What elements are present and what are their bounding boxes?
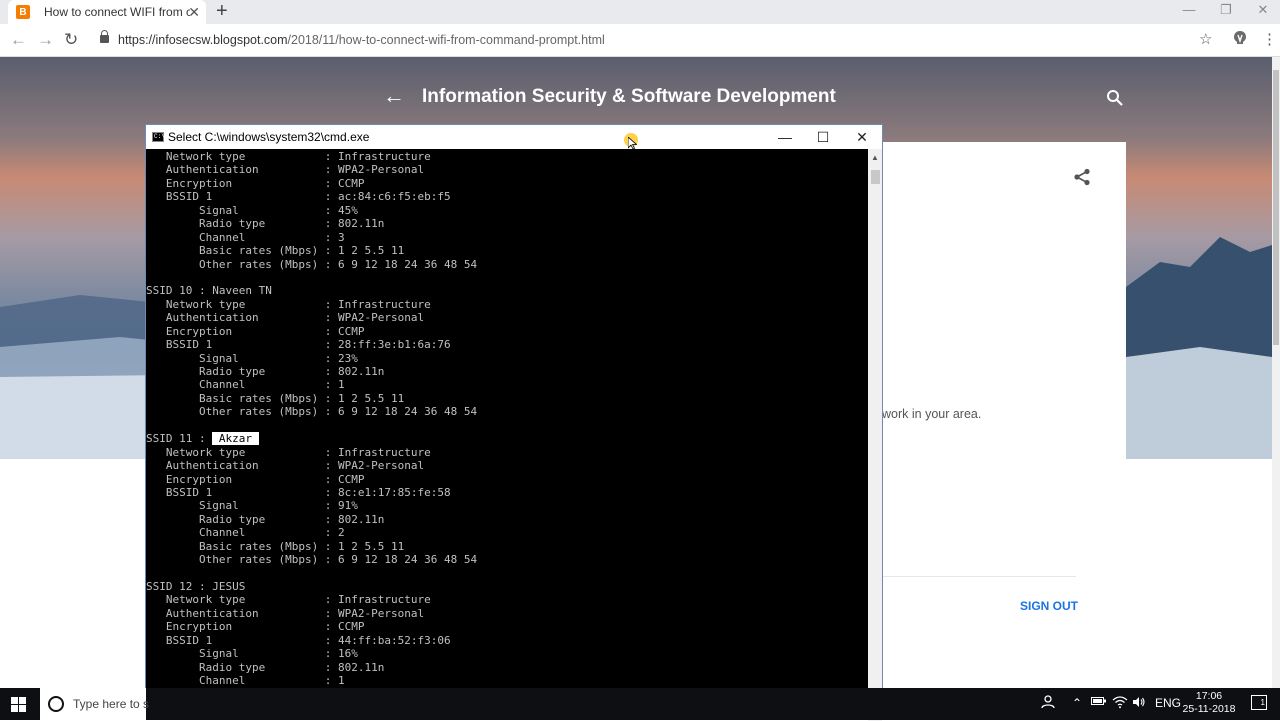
console-line: Channel : 1 [146,378,345,392]
console-line: Channel : 1 [146,674,345,688]
console-line: Radio type : 802.11n [146,512,385,526]
tab-title: How to connect WIFI from comm [44,5,190,19]
console-line: Encryption : CCMP [146,324,365,338]
action-center-icon[interactable]: 1 [1251,695,1267,710]
forward-arrow-icon[interactable]: → [37,30,54,50]
console-line: Encryption : CCMP [146,620,365,634]
console-line: Authentication : WPA2-Personal [146,311,425,325]
tray-chevron-up-icon[interactable]: ⌃ [1072,695,1082,711]
windows-start-icon[interactable] [11,697,26,712]
console-line: Basic rates (Mbps) : 1 2 5.5 11 [146,391,405,405]
console-line: Radio type : 802.11n [146,365,385,378]
windows-taskbar: Type here to s ⌃ ENG 17:06 25-11-2018 1 [0,688,1280,720]
system-clock[interactable]: 17:06 25-11-2018 [1180,690,1238,716]
blog-search-icon[interactable] [1106,89,1124,112]
people-icon[interactable] [1041,695,1055,713]
back-arrow-icon[interactable]: ← [10,30,27,50]
language-indicator[interactable]: ENG [1155,695,1181,711]
console-line: Basic rates (Mbps) : 1 2 5.5 11 [146,539,405,553]
tab-close-icon[interactable]: ✕ [188,4,200,20]
extension-icon[interactable] [1233,30,1247,52]
console-line: Other rates (Mbps) : 6 9 12 18 24 36 48 … [146,257,478,271]
console-line: Encryption : CCMP [146,472,365,486]
sign-out-link[interactable]: SIGN OUT [1020,599,1078,613]
mouse-pointer-icon [627,136,638,155]
cmd-scrollbar-thumb[interactable] [871,170,880,184]
cmd-close-button[interactable]: ✕ [843,127,881,147]
console-line: Radio type : 802.11n [146,217,385,231]
taskbar-search-placeholder: Type here to s [73,697,150,711]
console-line: BSSID 1 : 28:ff:3e:b1:6a:76 [146,338,451,352]
address-bar[interactable]: https://infosecsw.blogspot.com/2018/11/h… [118,33,605,47]
cmd-minimize-button[interactable]: — [766,127,804,147]
browser-tab[interactable]: B How to connect WIFI from comm ✕ [8,0,206,24]
console-line: SSID 10 : Naveen TN [146,284,272,298]
console-line: Signal : 23% [146,351,358,365]
scroll-up-arrow-icon[interactable]: ▲ [871,153,879,162]
console-output[interactable]: Network type : Infrastructure Authentica… [146,149,867,721]
console-line: Network type : Infrastructure [146,150,431,163]
bookmark-star-icon[interactable]: ☆ [1199,30,1212,50]
console-line: Other rates (Mbps) : 6 9 12 18 24 36 48 … [146,405,478,419]
browser-restore-button[interactable]: ❐ [1211,0,1241,22]
console-line: BSSID 1 : 44:ff:ba:52:f3:06 [146,633,451,647]
wifi-icon[interactable] [1112,695,1128,713]
console-line: Network type : Infrastructure [146,297,431,311]
url-path: /2018/11/how-to-connect-wifi-from-comman… [287,33,605,47]
browser-menu-icon[interactable]: ⋮ [1262,30,1277,50]
blog-back-arrow-icon[interactable]: ← [383,84,405,108]
console-line: Signal : 45% [146,203,358,217]
battery-icon[interactable] [1091,695,1107,711]
cmd-app-icon: C:\ [152,132,165,142]
console-line: BSSID 1 : ac:84:c6:f5:eb:f5 [146,190,451,204]
console-line: SSID 12 : JESUS [146,580,246,593]
reload-icon[interactable]: ↻ [64,30,78,50]
clock-date: 25-11-2018 [1182,703,1236,715]
blogger-favicon-icon: B [16,5,30,19]
share-icon[interactable] [1073,168,1091,191]
browser-minimize-button[interactable]: — [1174,0,1204,22]
cmd-window-title: Select C:\windows\system32\cmd.exe [168,130,370,144]
console-line: BSSID 1 : 8c:e1:17:85:fe:58 [146,485,451,499]
console-line: Network type : Infrastructure [146,593,431,607]
post-body-text: work in your area. [882,407,982,421]
cmd-maximize-button[interactable]: ☐ [804,127,842,147]
clock-time: 17:06 [1195,690,1223,702]
blog-title[interactable]: Information Security & Software Developm… [422,86,836,108]
divider [882,576,1076,577]
console-line: Network type : Infrastructure [146,445,431,459]
volume-icon[interactable] [1132,695,1146,713]
browser-close-button[interactable]: ✕ [1248,0,1278,22]
console-line: Encryption : CCMP [146,176,365,190]
console-line: Authentication : WPA2-Personal [146,606,425,620]
console-line: Other rates (Mbps) : 6 9 12 18 24 36 48 … [146,553,478,567]
page-scrollbar-thumb[interactable] [1273,70,1279,345]
console-line: Channel : 2 [146,526,345,540]
console-line: Signal : 16% [146,647,358,661]
url-host: https://infosecsw.blogspot.com [118,33,288,47]
new-tab-button[interactable]: + [216,0,228,22]
console-line: Signal : 91% [146,499,358,513]
cmd-window: C:\ Select C:\windows\system32\cmd.exe —… [145,124,883,721]
cmd-scrollbar[interactable] [868,149,882,721]
console-line: SSID 11 : Akzar [146,432,259,446]
console-line: Channel : 3 [146,230,345,244]
console-line: Authentication : WPA2-Personal [146,459,425,473]
browser-tab-strip: B How to connect WIFI from comm ✕ + — ❐ … [0,0,1280,24]
selected-text[interactable]: Akzar [212,432,259,446]
cmd-title-bar[interactable]: C:\ Select C:\windows\system32\cmd.exe —… [146,125,882,149]
cortana-icon[interactable] [48,696,64,712]
console-line: Authentication : WPA2-Personal [146,163,425,177]
console-line: Radio type : 802.11n [146,660,385,674]
console-line: Basic rates (Mbps) : 1 2 5.5 11 [146,244,405,258]
browser-toolbar: ← → ↻ https://infosecsw.blogspot.com/201… [0,24,1280,57]
lock-icon [100,30,109,43]
